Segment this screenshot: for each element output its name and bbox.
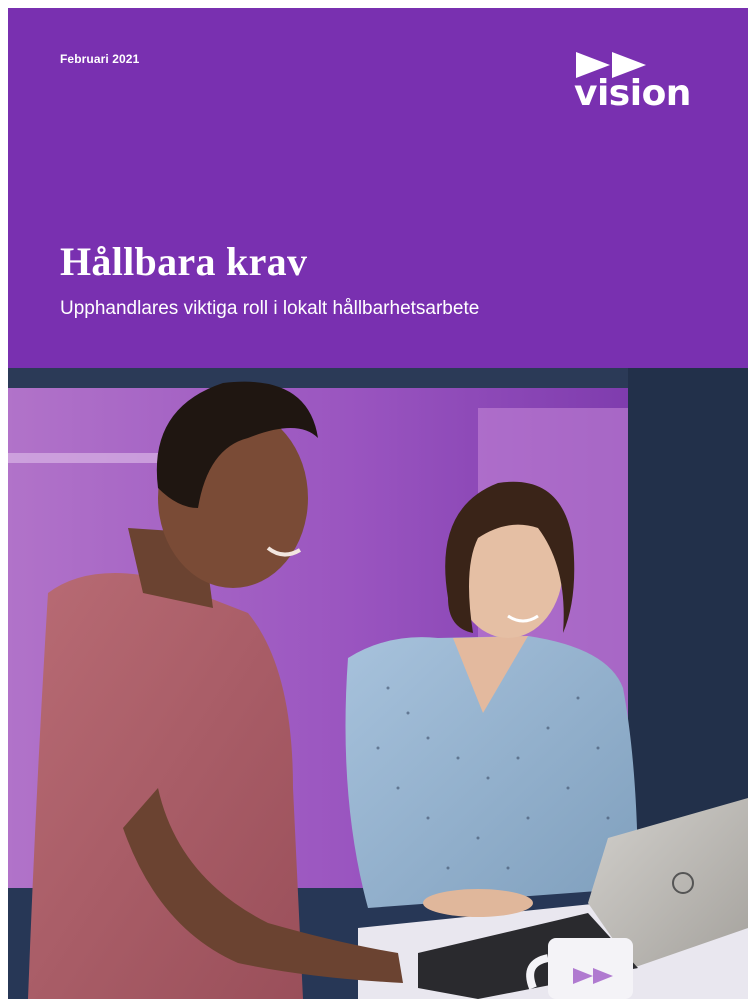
vision-logo: vision (574, 52, 714, 122)
report-cover: Februari 2021 vision Hållbara krav Uppha… (0, 0, 748, 999)
logo-wordmark: vision (574, 73, 691, 114)
page-subtitle: Upphandlares viktiga roll i lokalt hållb… (60, 298, 480, 319)
cover-photo (8, 368, 748, 999)
page-title: Hållbara krav (60, 239, 308, 284)
two-people-at-laptop-photo (8, 368, 748, 999)
cover-header-band: Februari 2021 vision Hållbara krav Uppha… (8, 8, 748, 368)
publication-date: Februari 2021 (60, 52, 140, 66)
